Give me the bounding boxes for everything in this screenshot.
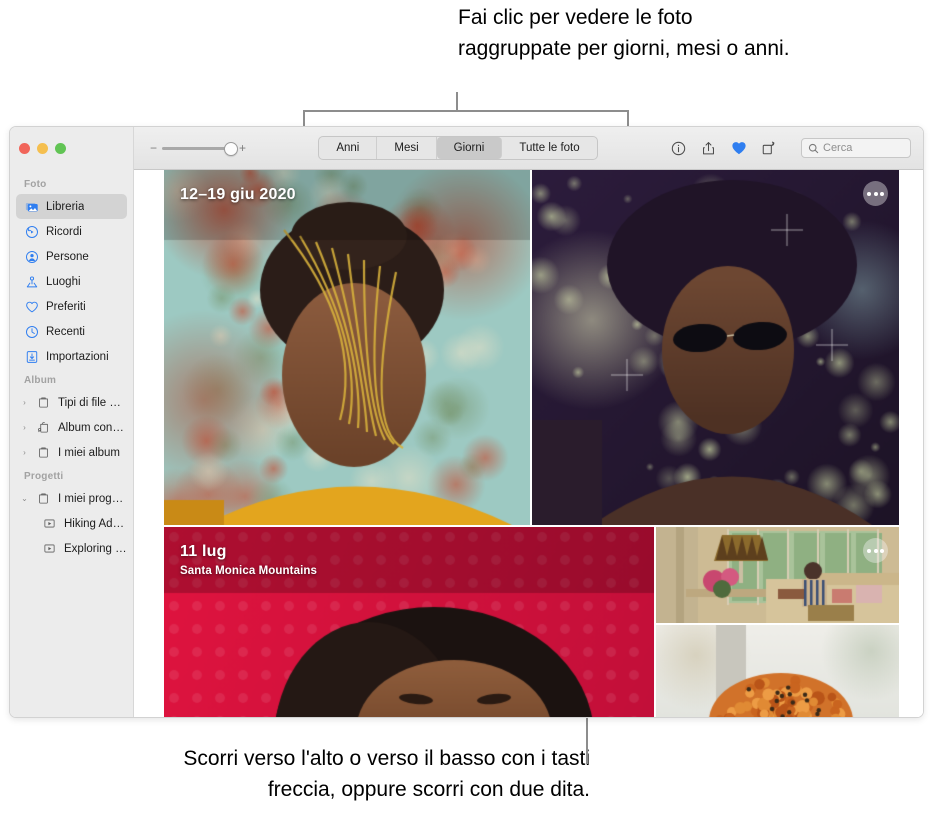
photo-thumbnail[interactable] — [532, 170, 899, 525]
sidebar-item-recenti[interactable]: Recenti — [16, 319, 127, 344]
slideshow-icon — [42, 516, 57, 531]
sidebar-item-importazioni[interactable]: Importazioni — [16, 344, 127, 369]
sidebar-item-i-miei-progetti[interactable]: ⌄ I miei progetti — [16, 486, 127, 511]
sidebar-item-persone[interactable]: Persone — [16, 244, 127, 269]
dot-icon — [880, 549, 884, 553]
dot-icon — [867, 192, 871, 196]
window-traffic-lights — [10, 127, 133, 170]
sidebar-item-label: I miei progetti — [58, 493, 127, 505]
photo-row-1: 12–19 giu 2020 — [164, 170, 923, 525]
folder-icon — [36, 491, 51, 506]
callout-bottom-line1: Scorri verso l'alto o verso il basso con… — [10, 743, 590, 774]
chevron-right-icon[interactable]: › — [20, 398, 29, 407]
view-mode-segment-wrapper: Anni Mesi Giorni Tutte le foto — [246, 136, 670, 160]
photo-thumbnail[interactable] — [656, 527, 899, 623]
view-mode-tutte-le-foto[interactable]: Tutte le foto — [502, 137, 596, 159]
sidebar-item-i-miei-album[interactable]: › I miei album — [16, 440, 127, 465]
photo-thumbnail[interactable] — [656, 625, 899, 717]
chevron-right-icon[interactable]: › — [20, 448, 29, 457]
sidebar-item-label: Hiking Adve... — [64, 518, 127, 530]
zoom-slider[interactable]: − + — [150, 142, 246, 154]
maximize-button[interactable] — [55, 143, 66, 154]
sidebar-item-luoghi[interactable]: Luoghi — [16, 269, 127, 294]
sidebar-item-exploring-m[interactable]: Exploring M... — [16, 536, 127, 561]
more-options-button[interactable] — [863, 181, 888, 206]
zoom-out-icon[interactable]: − — [150, 142, 157, 154]
minimize-button[interactable] — [37, 143, 48, 154]
toolbar-right-icons: Cerca — [670, 138, 911, 158]
library-icon — [24, 199, 39, 214]
places-icon — [24, 274, 39, 289]
sidebar-item-label: Preferiti — [46, 301, 86, 313]
sidebar-item-label: Luoghi — [46, 276, 81, 288]
folder-icon — [36, 445, 51, 460]
sidebar: Foto Libreria Ricordi Persone Luoghi Preferit… — [10, 127, 134, 717]
sidebar-item-label: I miei album — [58, 447, 120, 459]
sidebar-item-label: Persone — [46, 251, 89, 263]
photo-row-2: 11 lug Santa Monica Mountains — [164, 527, 923, 717]
clock-icon — [24, 324, 39, 339]
sidebar-group-title: Album — [10, 369, 133, 390]
view-mode-segmented-control[interactable]: Anni Mesi Giorni Tutte le foto — [318, 136, 597, 160]
chevron-down-icon[interactable]: ⌄ — [20, 494, 29, 503]
photo-thumbnail[interactable]: 11 lug Santa Monica Mountains — [164, 527, 654, 717]
sidebar-item-label: Album condivisi — [58, 422, 127, 434]
more-options-button[interactable] — [863, 538, 888, 563]
zoom-in-icon[interactable]: + — [239, 142, 246, 154]
slideshow-icon — [42, 541, 57, 556]
main-panel: − + Anni Mesi Giorni Tutte le foto Cerca… — [134, 127, 923, 717]
view-mode-mesi[interactable]: Mesi — [377, 137, 436, 159]
photo-grid[interactable]: 12–19 giu 2020 11 lug Santa Monica Mount… — [134, 170, 923, 717]
dot-icon — [867, 549, 871, 553]
photo-column — [656, 527, 899, 717]
heart-icon — [24, 299, 39, 314]
toolbar: − + Anni Mesi Giorni Tutte le foto Cerca — [134, 127, 923, 170]
zoom-slider-knob[interactable] — [224, 142, 238, 156]
heart-icon[interactable] — [730, 140, 747, 157]
sidebar-item-ricordi[interactable]: Ricordi — [16, 219, 127, 244]
sidebar-item-album-condivisi[interactable]: › Album condivisi — [16, 415, 127, 440]
sidebar-item-libreria[interactable]: Libreria — [16, 194, 127, 219]
dot-icon — [874, 192, 878, 196]
dot-icon — [880, 192, 884, 196]
window-body: Foto Libreria Ricordi Persone Luoghi Preferit… — [10, 127, 923, 717]
sidebar-item-tipi-di-file-multi[interactable]: › Tipi di file multi... — [16, 390, 127, 415]
sidebar-item-label: Libreria — [46, 201, 84, 213]
callout-bottom-line2: freccia, oppure scorri con due dita. — [10, 774, 590, 805]
search-placeholder: Cerca — [823, 142, 852, 154]
sidebar-item-label: Exploring M... — [64, 543, 127, 555]
search-field[interactable]: Cerca — [801, 138, 911, 158]
memories-icon — [24, 224, 39, 239]
sidebar-item-label: Importazioni — [46, 351, 109, 363]
sidebar-item-hiking-adve[interactable]: Hiking Adve... — [16, 511, 127, 536]
callout-top-text: Fai clic per vedere le foto raggruppate … — [458, 2, 808, 64]
sidebar-item-label: Recenti — [46, 326, 85, 338]
sidebar-item-label: Ricordi — [46, 226, 82, 238]
close-button[interactable] — [19, 143, 30, 154]
share-icon[interactable] — [700, 140, 717, 157]
sidebar-item-label: Tipi di file multi... — [58, 397, 127, 409]
callout-top-stem — [456, 92, 458, 112]
people-icon — [24, 249, 39, 264]
sidebar-item-preferiti[interactable]: Preferiti — [16, 294, 127, 319]
chevron-right-icon[interactable]: › — [20, 423, 29, 432]
photos-app-window: Foto Libreria Ricordi Persone Luoghi Preferit… — [9, 126, 924, 718]
zoom-slider-track[interactable] — [162, 147, 234, 150]
sidebar-group-title: Progetti — [10, 465, 133, 486]
dot-icon — [874, 549, 878, 553]
view-mode-anni[interactable]: Anni — [319, 137, 377, 159]
import-icon — [24, 349, 39, 364]
view-mode-giorni[interactable]: Giorni — [437, 137, 503, 159]
photo-thumbnail[interactable]: 12–19 giu 2020 — [164, 170, 530, 525]
sidebar-group-title: Foto — [10, 173, 133, 194]
sidebar-list[interactable]: Foto Libreria Ricordi Persone Luoghi Preferit… — [10, 170, 133, 717]
folder-icon — [36, 395, 51, 410]
rotate-icon[interactable] — [760, 140, 777, 157]
shared-folder-icon — [36, 420, 51, 435]
info-icon[interactable] — [670, 140, 687, 157]
callout-bottom-text: Scorri verso l'alto o verso il basso con… — [10, 743, 590, 805]
search-icon — [808, 143, 819, 154]
